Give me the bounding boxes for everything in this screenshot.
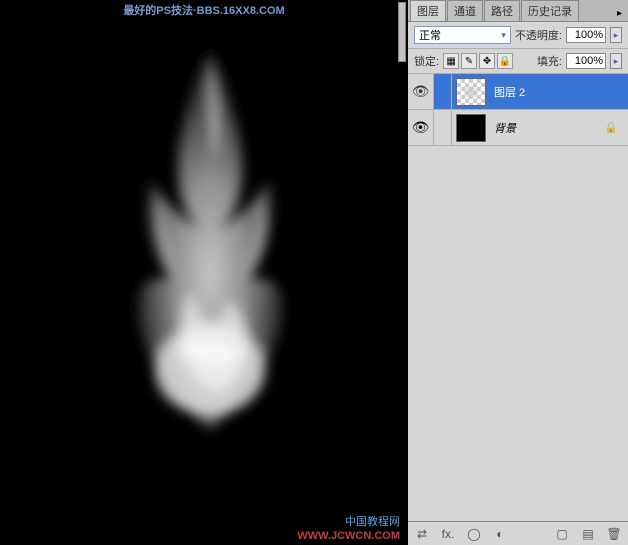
layer-thumbnail[interactable] <box>456 114 486 142</box>
new-layer-icon[interactable]: ▤ <box>578 525 598 543</box>
lock-pixels-icon[interactable]: ✎ <box>461 53 477 69</box>
lock-label: 锁定: <box>414 53 439 69</box>
flame-artwork <box>80 30 340 470</box>
layer-row[interactable]: 👁 背景 🔒 <box>408 110 628 146</box>
tab-channels[interactable]: 通道 <box>447 0 483 21</box>
watermark-bottom: WWW.JCWCN.COM <box>297 530 400 542</box>
blend-row: 正常 ▾ 不透明度: 100% ▸ <box>408 22 628 49</box>
watermark-top: 最好的PS技法·BBS.16XX8.COM <box>123 2 284 18</box>
fx-icon[interactable]: fx. <box>438 525 458 543</box>
adjustment-icon[interactable]: ◐ <box>490 525 510 543</box>
opacity-spinner[interactable]: ▸ <box>610 27 622 43</box>
lock-all-icon[interactable]: 🔒 <box>497 53 513 69</box>
folder-icon[interactable]: ▢ <box>552 525 572 543</box>
link-column[interactable] <box>434 110 452 145</box>
tab-layers[interactable]: 图层 <box>410 0 446 21</box>
layers-panel: 图层 通道 路径 历史记录 ▸ 正常 ▾ 不透明度: 100% ▸ 锁定: ▦ … <box>408 0 628 545</box>
mask-icon[interactable]: ◯ <box>464 525 484 543</box>
fill-input[interactable]: 100% <box>566 53 606 69</box>
link-column[interactable] <box>434 74 452 109</box>
watermark-mid: 中国教程网 <box>345 513 400 529</box>
layer-thumbnail[interactable] <box>456 78 486 106</box>
visibility-toggle[interactable]: 👁 <box>408 110 434 145</box>
visibility-toggle[interactable]: 👁 <box>408 74 434 109</box>
blend-mode-select[interactable]: 正常 ▾ <box>414 26 511 44</box>
panel-tabs: 图层 通道 路径 历史记录 ▸ <box>408 0 628 22</box>
lock-row: 锁定: ▦ ✎ ✥ 🔒 填充: 100% ▸ <box>408 49 628 74</box>
opacity-input[interactable]: 100% <box>566 27 606 43</box>
tab-paths[interactable]: 路径 <box>484 0 520 21</box>
lock-position-icon[interactable]: ✥ <box>479 53 495 69</box>
lock-transparent-icon[interactable]: ▦ <box>443 53 459 69</box>
layers-list: 👁 图层 2 👁 背景 🔒 <box>408 74 628 521</box>
blend-mode-value: 正常 <box>419 27 441 43</box>
panel-handle[interactable] <box>398 2 406 62</box>
canvas-area[interactable]: 最好的PS技法·BBS.16XX8.COM 中国教程网 W <box>0 0 408 545</box>
link-layers-icon[interactable]: ⇄ <box>412 525 432 543</box>
chevron-down-icon: ▾ <box>501 30 506 41</box>
opacity-label: 不透明度: <box>515 27 562 43</box>
fill-spinner[interactable]: ▸ <box>610 53 622 69</box>
layer-name[interactable]: 背景 <box>494 120 516 136</box>
lock-indicator-icon: 🔒 <box>604 121 618 134</box>
panel-footer: ⇄ fx. ◯ ◐ ▢ ▤ 🗑 <box>408 521 628 545</box>
tab-history[interactable]: 历史记录 <box>521 0 579 21</box>
panel-menu-icon[interactable]: ▸ <box>611 6 628 21</box>
trash-icon[interactable]: 🗑 <box>604 525 624 543</box>
layer-name[interactable]: 图层 2 <box>494 84 525 100</box>
fill-label: 填充: <box>537 53 562 69</box>
layer-row[interactable]: 👁 图层 2 <box>408 74 628 110</box>
